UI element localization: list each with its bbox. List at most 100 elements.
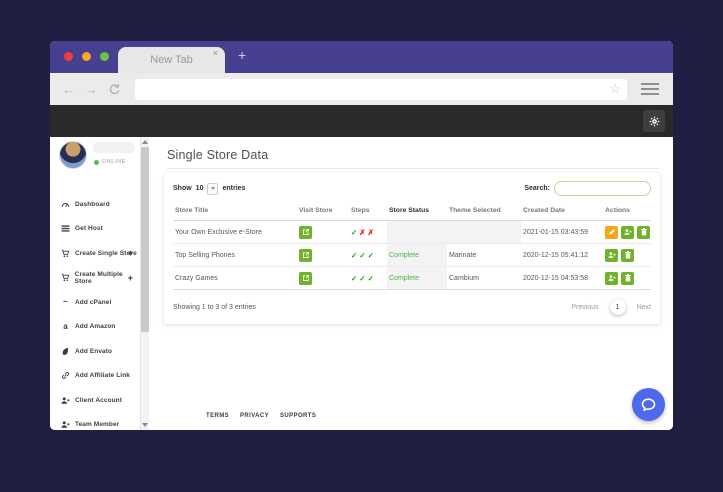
store-title-cell: Top Selling Phones <box>173 243 297 267</box>
window-controls <box>64 52 109 61</box>
expand-plus-icon[interactable]: + <box>128 248 133 258</box>
scroll-up-icon[interactable] <box>142 140 148 144</box>
store-title-cell: Crazy Games <box>173 266 297 290</box>
created-date-cell: 2020-12-15 05:41:12 <box>521 243 603 267</box>
previous-button[interactable]: Previous <box>571 304 598 311</box>
store-status-cell: Complete <box>387 266 447 290</box>
search-label: Search: <box>524 185 550 192</box>
header-actions[interactable]: Actions <box>603 203 651 221</box>
url-bar[interactable]: ☆ <box>135 78 627 100</box>
store-status-cell <box>387 220 447 244</box>
created-date-cell: 2021-01-15 03:43:59 <box>521 220 603 244</box>
user-plus-icon <box>607 252 616 258</box>
user-plus-icon <box>607 275 616 281</box>
minimize-window-button[interactable] <box>82 52 91 61</box>
search-input[interactable] <box>554 181 651 196</box>
app-content: ONLINE Dashboard Get Host Create Single … <box>50 137 673 430</box>
theme-cell: Cambium <box>447 266 521 290</box>
user-plus-icon <box>59 396 72 405</box>
external-link-icon <box>302 275 309 281</box>
scroll-down-icon[interactable] <box>142 423 148 427</box>
header-store-status[interactable]: Store Status <box>387 203 447 221</box>
forward-icon[interactable]: → <box>85 83 98 96</box>
tab-title: New Tab <box>150 54 193 66</box>
link-icon <box>59 371 72 380</box>
table-row: Top Selling Phones ✓ ✓ ✓ Complete Marinate <box>173 243 651 267</box>
page-title: Single Store Data <box>167 148 269 162</box>
dashboard-gauge-icon <box>59 200 72 209</box>
chat-widget-button[interactable] <box>632 388 665 421</box>
header-visit-store[interactable]: Visit Store <box>297 203 349 221</box>
privacy-link[interactable]: PRIVACY <box>240 413 269 419</box>
chevron-down-icon <box>210 187 215 190</box>
table-row: Crazy Games ✓ ✓ ✓ Complete Cambium 2020-… <box>173 266 651 290</box>
header-steps[interactable]: Steps <box>349 203 387 221</box>
pagination: Previous 1 Next <box>571 299 651 315</box>
terms-link[interactable]: TERMS <box>206 413 229 419</box>
show-label: Show <box>173 185 192 192</box>
page-number-button[interactable]: 1 <box>609 299 626 315</box>
shopping-cart-icon <box>59 249 72 258</box>
table-row: Your Own Exclusive e-Store ✓ ✗ ✗ 2021-01… <box>173 220 651 244</box>
sidebar-item-get-host[interactable]: Get Host <box>50 217 140 242</box>
tab-close-icon[interactable]: × <box>213 48 218 58</box>
gear-icon <box>649 116 659 126</box>
client-assign-button[interactable] <box>605 248 618 262</box>
sidebar-item-add-cpanel[interactable]: ~ Add cPanel <box>50 290 140 315</box>
supports-link[interactable]: SUPPORTS <box>280 413 316 419</box>
delete-button[interactable] <box>621 248 634 262</box>
visit-store-button[interactable] <box>299 225 312 239</box>
app-header-bar <box>50 105 673 137</box>
sidebar-item-add-amazon[interactable]: a Add Amazon <box>50 315 140 340</box>
store-data-table: Store Title Visit Store Steps Store Stat… <box>173 203 651 290</box>
table-footer: Showing 1 to 3 of 3 entries Previous 1 N… <box>173 299 651 315</box>
sidebar-item-create-multiple-store[interactable]: Create Multiple Store + <box>50 266 140 291</box>
sidebar-item-team-member[interactable]: Team Member <box>50 413 140 431</box>
theme-cell: Marinate <box>447 243 521 267</box>
created-date-cell: 2020-12-15 04:53:58 <box>521 266 603 290</box>
page-length-select[interactable] <box>207 182 219 195</box>
maximize-window-button[interactable] <box>100 52 109 61</box>
online-dot-icon <box>94 159 99 165</box>
back-icon[interactable]: ← <box>62 83 75 96</box>
trash-icon <box>624 251 631 259</box>
sidebar-item-dashboard[interactable]: Dashboard <box>50 192 140 217</box>
online-status: ONLINE <box>94 159 126 165</box>
visit-store-button[interactable] <box>299 271 312 285</box>
menu-icon[interactable] <box>641 83 659 95</box>
scrollbar-thumb[interactable] <box>141 147 149 332</box>
client-assign-button[interactable] <box>605 271 618 285</box>
external-link-icon <box>302 229 309 235</box>
edit-button[interactable] <box>605 225 618 239</box>
sidebar-item-client-account[interactable]: Client Account <box>50 388 140 413</box>
steps-cell: ✓ ✗ ✗ <box>349 220 387 244</box>
browser-titlebar: New Tab × + <box>50 41 673 73</box>
delete-button[interactable] <box>621 271 634 285</box>
expand-plus-icon[interactable]: + <box>128 273 133 283</box>
page-length-value: 10 <box>195 185 204 192</box>
header-theme-selected[interactable]: Theme Selected <box>447 203 521 221</box>
store-title-cell: Your Own Exclusive e-Store <box>173 220 297 244</box>
refresh-icon[interactable] <box>108 83 121 96</box>
sidebar-item-add-affiliate-link[interactable]: Add Affiliate Link <box>50 364 140 389</box>
new-tab-icon[interactable]: + <box>238 47 246 63</box>
browser-tab[interactable]: New Tab × <box>118 47 225 73</box>
delete-button[interactable] <box>637 225 650 239</box>
next-button[interactable]: Next <box>637 304 651 311</box>
header-store-title[interactable]: Store Title <box>173 203 297 221</box>
header-created-date[interactable]: Created Date <box>521 203 603 221</box>
user-plus-icon <box>59 420 72 429</box>
sidebar-item-add-envato[interactable]: Add Envato <box>50 339 140 364</box>
visit-store-button[interactable] <box>299 248 312 262</box>
table-header-row: Store Title Visit Store Steps Store Stat… <box>173 203 651 221</box>
store-status-cell: Complete <box>387 243 447 267</box>
browser-toolbar: ← → ☆ <box>50 73 673 105</box>
sidebar-scrollbar[interactable] <box>140 137 149 430</box>
client-assign-button[interactable] <box>621 225 634 239</box>
trash-icon <box>624 274 631 282</box>
trash-icon <box>640 228 647 236</box>
sidebar-item-create-single-store[interactable]: Create Single Store + <box>50 241 140 266</box>
close-window-button[interactable] <box>64 52 73 61</box>
settings-button[interactable] <box>643 110 665 132</box>
bookmark-star-icon[interactable]: ☆ <box>609 81 621 98</box>
